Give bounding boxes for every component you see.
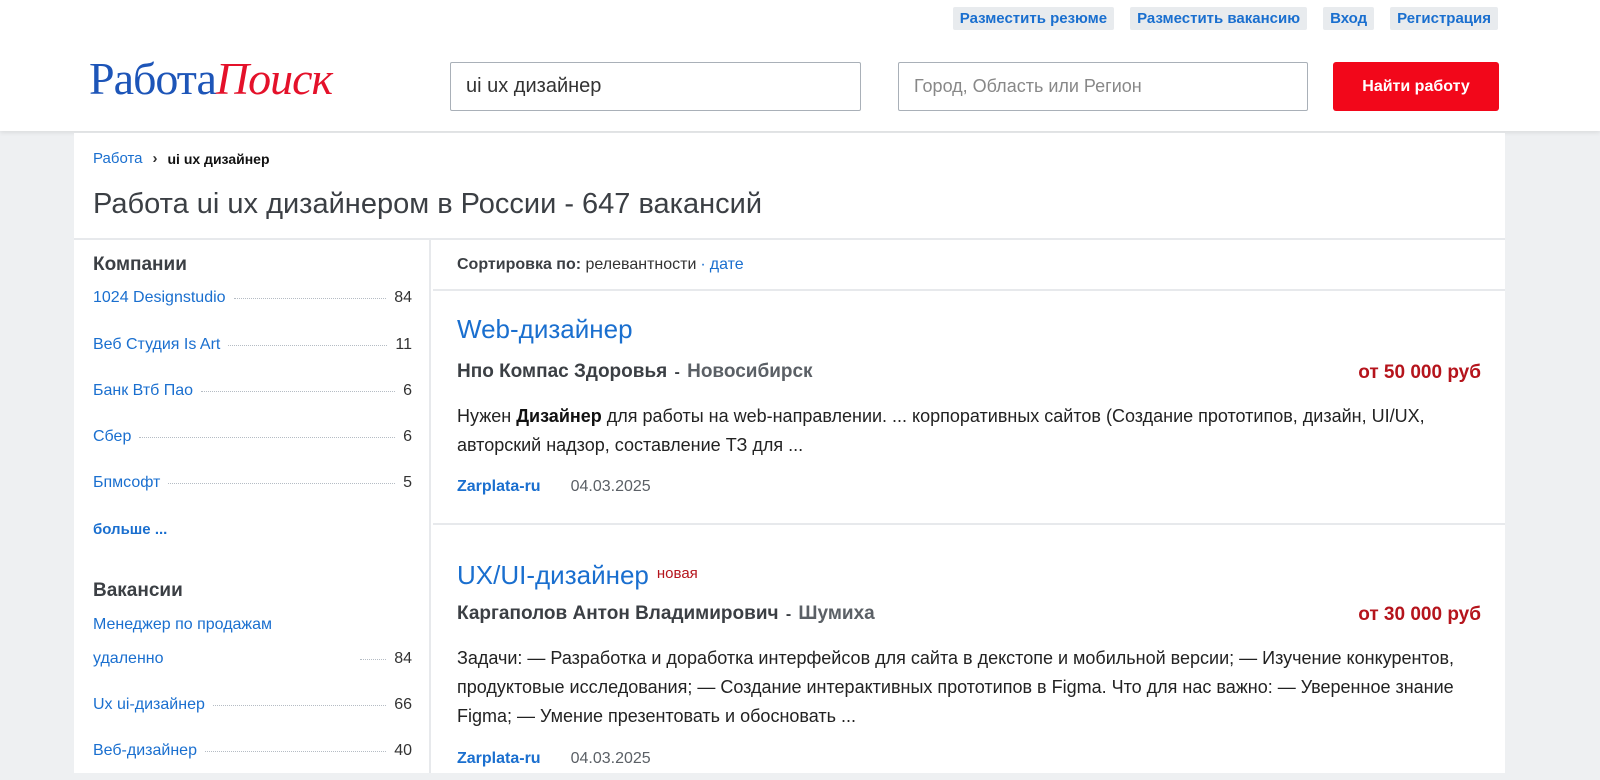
company-count: 11: [395, 336, 412, 353]
main-content: Работа › ui ux дизайнер Работа ui ux диз…: [74, 133, 1505, 773]
company-name[interactable]: Сбер: [93, 428, 131, 446]
company-count: 5: [403, 474, 412, 491]
job-footer: Zarplata-ru 04.03.2025: [457, 750, 651, 768]
job-query-input[interactable]: [450, 62, 861, 111]
leader-dots: [139, 437, 396, 438]
post-vacancy-link[interactable]: Разместить вакансию: [1130, 7, 1308, 30]
sort-by-date-link[interactable]: дате: [710, 256, 744, 273]
snippet-highlight: Дизайнер: [516, 406, 602, 426]
sort-relevance: релевантности: [585, 256, 697, 273]
meta-dash: -: [785, 606, 792, 623]
post-resume-link[interactable]: Разместить резюме: [952, 7, 1115, 30]
vacancy-filter-item[interactable]: Ux ui-дизайнер 66: [93, 696, 412, 714]
company-filter-item[interactable]: Веб Студия Is Art 11: [93, 336, 412, 354]
job-title-link[interactable]: UX/UI-дизайнер: [457, 560, 649, 591]
top-links: Разместить резюме Разместить вакансию Вх…: [952, 7, 1498, 30]
logo-part-1: Работа: [89, 53, 217, 104]
job-snippet: Задачи: — Разработка и доработка интерфе…: [457, 644, 1467, 731]
company-name: Нпо Компас Здоровья: [457, 361, 668, 382]
more-companies-link[interactable]: больше ...: [93, 521, 167, 538]
login-link[interactable]: Вход: [1323, 7, 1375, 30]
job-city: Шумиха: [798, 603, 875, 624]
vacancy-name-line2[interactable]: удаленно: [93, 650, 164, 668]
company-name[interactable]: 1024 Designstudio: [93, 289, 226, 307]
site-header: Разместить резюме Разместить вакансию Вх…: [0, 0, 1600, 131]
meta-dash: -: [674, 364, 680, 381]
job-date: 04.03.2025: [570, 750, 651, 767]
divider: [433, 523, 1505, 525]
new-badge: новая: [656, 565, 698, 582]
job-employer: Нпо Компас Здоровья - Новосибирск: [457, 361, 813, 383]
filter-sidebar: Компании 1024 Designstudio 84 Веб Студия…: [74, 240, 431, 773]
logo-part-2: Поиск: [215, 53, 333, 104]
sort-label: Сортировка по:: [457, 256, 582, 273]
breadcrumb-separator: ›: [152, 150, 158, 167]
snippet-text: Нужен: [457, 406, 517, 426]
sort-dot: ·: [700, 256, 706, 273]
vacancy-name-line1[interactable]: Менеджер по продажам: [93, 616, 272, 634]
breadcrumb-current: ui ux дизайнер: [167, 150, 270, 167]
page-title: Работа ui ux дизайнером в России - 647 в…: [93, 188, 763, 220]
leader-dots: [360, 659, 387, 660]
vacancy-count: 84: [394, 650, 412, 667]
snippet-text: Задачи: — Разработка и доработка интерфе…: [457, 648, 1455, 726]
vacancies-heading: Вакансии: [93, 580, 183, 601]
companies-heading: Компании: [93, 254, 187, 275]
leader-dots: [228, 345, 388, 346]
job-source-link[interactable]: Zarplata-ru: [457, 478, 541, 496]
company-name[interactable]: Бпмсофт: [93, 474, 160, 492]
vacancy-count: 40: [394, 742, 412, 759]
job-date: 04.03.2025: [570, 478, 651, 495]
job-employer: Каргаполов Антон Владимирович - Шумиха: [457, 603, 875, 625]
find-job-button[interactable]: Найти работу: [1333, 62, 1499, 111]
leader-dots: [204, 751, 387, 752]
job-source-link[interactable]: Zarplata-ru: [457, 750, 541, 768]
sort-bar: Сортировка по: релевантности · дате: [457, 256, 744, 274]
job-salary: от 50 000 руб: [1358, 362, 1481, 383]
company-count: 6: [403, 428, 412, 445]
vacancy-filter-item[interactable]: удаленно 84: [93, 650, 412, 668]
vacancy-count: 66: [394, 696, 412, 713]
vacancy-filter-item[interactable]: Менеджер по продажам: [93, 616, 412, 634]
leader-dots: [233, 298, 387, 299]
vacancy-name[interactable]: Ux ui-дизайнер: [93, 696, 205, 714]
snippet-text: для работы на web-направлении. ... корпо…: [457, 406, 1425, 455]
company-filter-item[interactable]: 1024 Designstudio 84: [93, 289, 412, 307]
register-link[interactable]: Регистрация: [1390, 7, 1498, 30]
company-name: Каргаполов Антон Владимирович: [457, 603, 779, 624]
leader-dots: [168, 483, 396, 484]
company-filter-item[interactable]: Банк Втб Пао 6: [93, 382, 412, 400]
job-title-link[interactable]: Web-дизайнер: [457, 314, 633, 345]
leader-dots: [212, 705, 387, 706]
company-filter-item[interactable]: Сбер 6: [93, 428, 412, 446]
job-city: Новосибирск: [687, 361, 813, 382]
job-salary: от 30 000 руб: [1358, 604, 1481, 625]
breadcrumb-root-link[interactable]: Работа: [93, 150, 143, 167]
site-logo[interactable]: РаботаПоиск: [89, 52, 333, 105]
company-count: 84: [394, 289, 412, 306]
job-card: UX/UI-дизайнер новая Каргаполов Антон Вла…: [457, 560, 1481, 780]
divider: [433, 289, 1505, 291]
company-filter-item[interactable]: Бпмсофт 5: [93, 474, 412, 492]
vacancy-name[interactable]: Веб-дизайнер: [93, 742, 197, 760]
company-name[interactable]: Банк Втб Пао: [93, 382, 193, 400]
vacancy-filter-item[interactable]: Веб-дизайнер 40: [93, 742, 412, 760]
company-count: 6: [403, 382, 412, 399]
job-footer: Zarplata-ru 04.03.2025: [457, 478, 651, 496]
breadcrumb: Работа › ui ux дизайнер: [93, 150, 270, 167]
location-input[interactable]: [898, 62, 1308, 111]
company-name[interactable]: Веб Студия Is Art: [93, 336, 220, 354]
job-snippet: Нужен Дизайнер для работы на web-направл…: [457, 402, 1467, 460]
leader-dots: [201, 391, 396, 392]
job-card: Web-дизайнер Нпо Компас Здоровья - Новос…: [457, 314, 1481, 514]
